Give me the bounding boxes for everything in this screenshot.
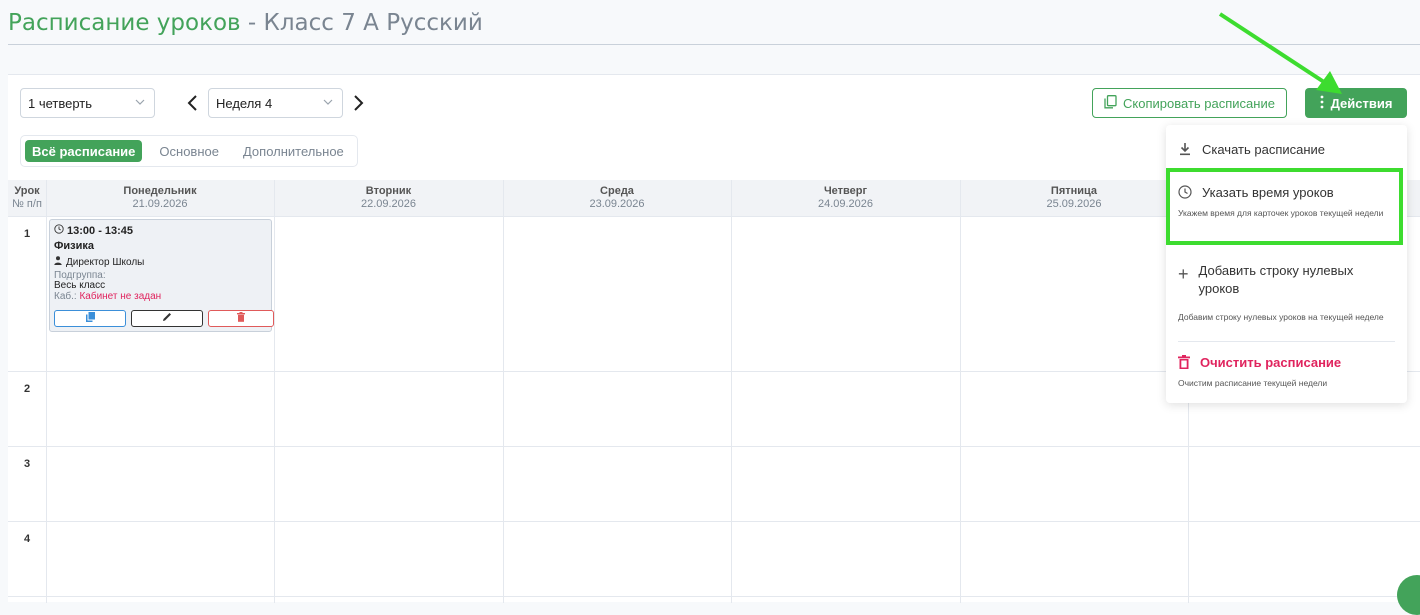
annotation-arrow: [1218, 12, 1342, 94]
page-title-separator: -: [240, 10, 264, 36]
header-lesson-label: Урок: [14, 185, 40, 197]
day-name: Вторник: [365, 185, 412, 197]
day-date: 23.09.2026: [589, 198, 645, 210]
menu-item-add-zero-row[interactable]: + Добавить строку нулевых уроков Добавим…: [1178, 262, 1395, 323]
quarter-select-value: 1 четверть: [28, 95, 93, 111]
row-divider: [8, 596, 1420, 597]
row-number: 4: [23, 533, 31, 545]
menu-item-clear-schedule-label: Очистить расписание: [1200, 355, 1342, 370]
lesson-card-actions: [54, 310, 274, 327]
lesson-time-value: 13:00 - 13:45: [67, 224, 134, 237]
copy-icon: [85, 312, 95, 325]
day-date: 25.09.2026: [1046, 198, 1102, 210]
header-day: Понедельник 21.09.2026: [46, 180, 274, 216]
clock-icon: [54, 224, 64, 237]
copy-icon: [1104, 94, 1117, 112]
column-divider: [503, 180, 504, 603]
menu-item-add-zero-row-desc: Добавим строку нулевых уроков на текущей…: [1178, 312, 1384, 322]
chevron-down-icon: [322, 96, 334, 108]
plus-icon: +: [1178, 264, 1189, 284]
header-lesson-number: Урок № п/п: [8, 180, 46, 216]
row-number: 2: [23, 383, 31, 395]
lesson-copy-button[interactable]: [54, 310, 126, 327]
trash-icon: [1178, 355, 1190, 372]
lesson-card[interactable]: 13:00 - 13:45 Физика Директор Школы Подг…: [49, 219, 274, 332]
lesson-room-label: Каб.:: [54, 291, 77, 302]
user-icon: [54, 256, 62, 268]
week-select[interactable]: Неделя 4: [208, 88, 343, 118]
menu-item-download[interactable]: Скачать расписание: [1178, 142, 1395, 159]
schedule-type-tabs: Всё расписание Основное Дополнительное: [20, 135, 358, 167]
menu-item-add-zero-row-label: Добавить строку нулевых уроков: [1198, 263, 1354, 296]
column-divider: [960, 180, 961, 603]
prev-week-button[interactable]: [185, 93, 201, 113]
menu-item-download-label: Скачать расписание: [1202, 142, 1326, 157]
lesson-subject: Физика: [54, 240, 95, 252]
lesson-room-value: Кабинет не задан: [79, 291, 162, 302]
header-number-label: № п/п: [12, 198, 42, 210]
day-date: 21.09.2026: [132, 198, 188, 210]
lesson-room: Каб.: Кабинет не задан: [54, 291, 267, 303]
row-divider: [8, 446, 1420, 447]
highlight-box: [1166, 168, 1403, 245]
day-date: 22.09.2026: [360, 198, 417, 210]
next-week-button[interactable]: [350, 93, 366, 113]
header-day: Пятница 25.09.2026: [960, 180, 1188, 216]
menu-item-clear-schedule-desc: Очистим расписание текущей недели: [1178, 378, 1328, 388]
header-day: Вторник 22.09.2026: [274, 180, 503, 216]
tab-main[interactable]: Основное: [152, 140, 226, 162]
tab-additional[interactable]: Дополнительное: [236, 140, 351, 162]
pencil-icon: [162, 312, 172, 325]
lesson-teacher: Директор Школы: [54, 256, 267, 268]
title-divider: [8, 44, 1420, 45]
day-name: Четверг: [823, 185, 868, 197]
day-date: 24.09.2026: [817, 198, 874, 210]
page-title: Расписание уроков - Класс 7 А Русский: [8, 10, 483, 36]
row-divider: [8, 521, 1420, 522]
lesson-delete-button[interactable]: [208, 310, 274, 327]
quarter-select[interactable]: 1 четверть: [20, 88, 155, 118]
day-name: Среда: [600, 185, 634, 197]
column-divider: [731, 180, 732, 603]
page-title-main: Расписание уроков: [8, 10, 241, 36]
page-title-class: Класс 7 А Русский: [263, 10, 483, 36]
column-divider: [46, 180, 47, 603]
trash-icon: [237, 312, 245, 325]
column-divider: [274, 180, 275, 603]
day-name: Пятница: [1050, 185, 1098, 197]
header-day: Четверг 24.09.2026: [731, 180, 960, 216]
lesson-subgroup-value: Весь класс: [54, 280, 106, 291]
menu-divider: [1178, 341, 1395, 342]
lesson-time: 13:00 - 13:45: [54, 224, 267, 237]
row-number: 1: [23, 228, 31, 240]
actions-dropdown-menu: Скачать расписание Указать время уроков …: [1166, 125, 1407, 403]
menu-item-clear-schedule[interactable]: Очистить расписание Очистим расписание т…: [1178, 355, 1395, 389]
download-icon: [1178, 142, 1192, 159]
header-day: Среда 23.09.2026: [503, 180, 731, 216]
lesson-edit-button[interactable]: [131, 310, 203, 327]
row-number: 3: [23, 458, 31, 470]
chevron-down-icon: [134, 96, 146, 108]
tab-all-schedule[interactable]: Всё расписание: [25, 140, 143, 162]
day-name: Понедельник: [123, 185, 197, 197]
week-select-value: Неделя 4: [216, 95, 273, 111]
lesson-teacher-name: Директор Школы: [66, 256, 145, 268]
